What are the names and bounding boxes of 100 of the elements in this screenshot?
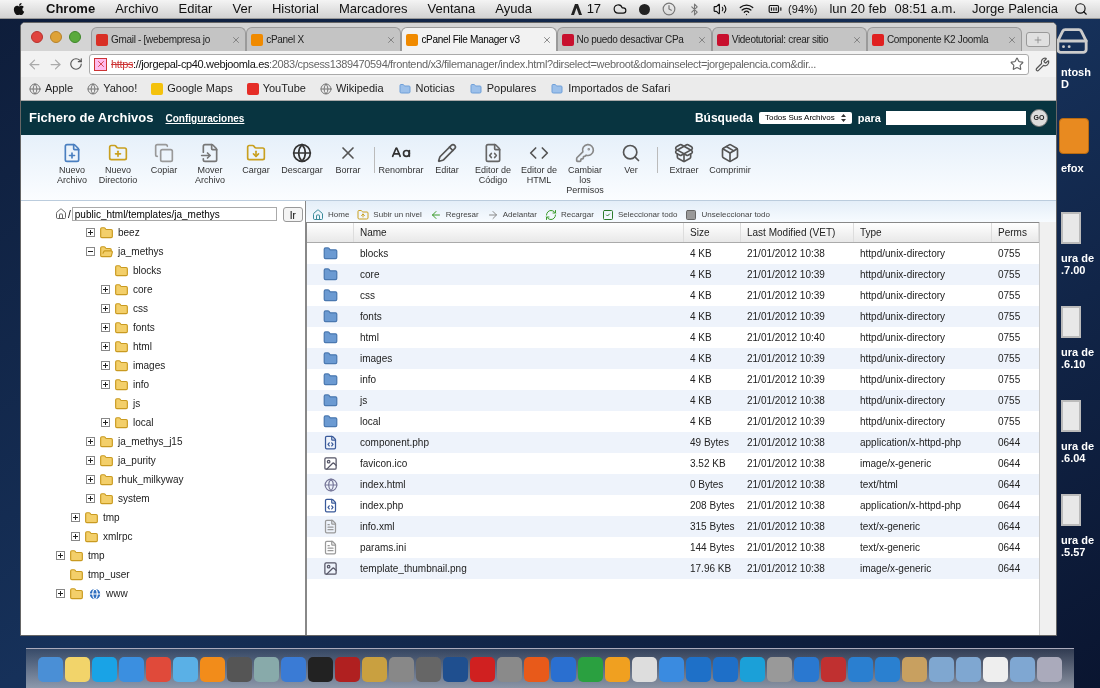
wrench-icon[interactable] bbox=[1035, 56, 1050, 72]
app-icon[interactable] bbox=[767, 657, 792, 682]
close-tab-icon[interactable] bbox=[1007, 34, 1018, 45]
bookmark-label[interactable]: Importados de Safari bbox=[568, 80, 671, 97]
toolbar-button[interactable]: Renombrar bbox=[378, 143, 424, 175]
tree-item[interactable]: local bbox=[133, 415, 154, 430]
app-icon[interactable] bbox=[956, 657, 981, 682]
expand-icon[interactable] bbox=[101, 361, 110, 370]
tree-item[interactable]: xmlrpc bbox=[103, 529, 133, 544]
disk-image-icon[interactable] bbox=[1061, 400, 1081, 432]
expand-icon[interactable] bbox=[101, 380, 110, 389]
app-icon[interactable] bbox=[1010, 657, 1035, 682]
wifi-icon[interactable] bbox=[739, 1, 755, 17]
back-icon[interactable] bbox=[27, 56, 42, 72]
menu-item[interactable]: Ayuda bbox=[495, 0, 532, 19]
date-label[interactable]: lun 20 feb bbox=[829, 0, 887, 19]
go-button[interactable]: Ir bbox=[282, 206, 303, 222]
expand-icon[interactable] bbox=[86, 456, 95, 465]
zoom-window-icon[interactable] bbox=[69, 31, 81, 43]
app-icon[interactable] bbox=[443, 657, 468, 682]
menu-item[interactable]: Marcadores bbox=[338, 0, 408, 19]
browser-tab[interactable]: No puedo desactivar CPa bbox=[556, 27, 712, 51]
toolbar-button[interactable]: Borrar bbox=[325, 143, 371, 175]
close-tab-icon[interactable] bbox=[386, 34, 397, 45]
close-tab-icon[interactable] bbox=[696, 34, 707, 45]
collapse-icon[interactable] bbox=[86, 247, 95, 256]
user-name[interactable]: Jorge Palencia bbox=[972, 0, 1058, 19]
time-label[interactable]: 08:51 a.m. bbox=[894, 0, 956, 19]
app-icon[interactable] bbox=[1037, 657, 1062, 682]
menu-item[interactable]: Archivo bbox=[115, 0, 159, 19]
tree-item[interactable]: system bbox=[118, 491, 150, 506]
disk-image-icon[interactable] bbox=[1061, 212, 1081, 244]
toolbar-button[interactable]: Descargar bbox=[279, 143, 325, 175]
toolbar-button[interactable]: Nuevo Archivo bbox=[49, 143, 95, 185]
bookmark-label[interactable]: Google Maps bbox=[167, 80, 233, 97]
path-field[interactable]: public_html/templates/ja_methys bbox=[71, 207, 277, 221]
tree-item[interactable]: fonts bbox=[133, 320, 155, 335]
desktop-icon-label[interactable]: .5.57 bbox=[1061, 546, 1094, 558]
close-tab-icon[interactable] bbox=[851, 34, 862, 45]
bookmark-label[interactable]: Apple bbox=[45, 80, 74, 97]
toolbar-button[interactable]: Comprimir bbox=[707, 143, 753, 175]
app-icon[interactable] bbox=[929, 657, 954, 682]
toolbar-button[interactable]: Editor de HTML bbox=[516, 143, 562, 185]
tree-item[interactable]: beez bbox=[118, 225, 140, 240]
expand-icon[interactable] bbox=[86, 475, 95, 484]
search-field[interactable] bbox=[886, 111, 1026, 125]
close-tab-icon[interactable] bbox=[231, 34, 242, 45]
tree-item[interactable]: ja_methys bbox=[118, 244, 164, 259]
tree-item[interactable]: rhuk_milkyway bbox=[118, 472, 184, 487]
column-header[interactable]: Name bbox=[360, 225, 387, 240]
toolbar-button[interactable]: Mover Archivo bbox=[187, 143, 233, 185]
browser-tab[interactable]: cPanel X bbox=[246, 27, 402, 51]
expand-icon[interactable] bbox=[86, 494, 95, 503]
desktop-icon-label[interactable]: D bbox=[1061, 78, 1091, 90]
expand-icon[interactable] bbox=[71, 532, 80, 541]
menu-item[interactable]: Editar bbox=[178, 0, 213, 19]
browser-tab[interactable]: Componente K2 Joomla bbox=[866, 27, 1023, 51]
expand-icon[interactable] bbox=[101, 418, 110, 427]
nav-link[interactable]: Adelantar bbox=[486, 209, 537, 221]
expand-icon[interactable] bbox=[101, 342, 110, 351]
disk-image-icon[interactable] bbox=[1061, 306, 1081, 338]
toolbar-button[interactable]: Copiar bbox=[141, 143, 187, 175]
bookmark-label[interactable]: Wikipedia bbox=[335, 80, 384, 97]
app-icon[interactable] bbox=[983, 657, 1008, 682]
bookmark-label[interactable]: Noticias bbox=[415, 80, 455, 97]
nav-link[interactable]: Regresar bbox=[429, 209, 479, 221]
app-icon[interactable] bbox=[254, 657, 279, 682]
toolbar-button[interactable]: Editor de Código bbox=[470, 143, 516, 185]
tree-item[interactable]: tmp_user bbox=[88, 567, 130, 582]
desktop-icon-label[interactable]: efox bbox=[1061, 162, 1084, 174]
forward-icon[interactable] bbox=[48, 56, 63, 72]
home-icon[interactable] bbox=[55, 208, 67, 220]
app-icon[interactable] bbox=[227, 657, 252, 682]
column-header[interactable]: Last Modified (VET) bbox=[747, 225, 836, 240]
tree-item[interactable]: images bbox=[133, 358, 166, 373]
nav-link[interactable]: Home bbox=[312, 209, 350, 221]
cloud-icon[interactable] bbox=[613, 2, 628, 16]
toolbar-button[interactable]: Cargar bbox=[233, 143, 279, 175]
toolbar-button[interactable]: Editar bbox=[424, 143, 470, 175]
desktop-icon-label[interactable]: ura de bbox=[1061, 252, 1094, 264]
browser-tab[interactable]: cPanel File Manager v3 bbox=[401, 27, 557, 51]
tree-item[interactable]: css bbox=[133, 301, 148, 316]
new-tab-button[interactable] bbox=[1026, 32, 1050, 47]
bookmark-label[interactable]: YouTube bbox=[262, 80, 306, 97]
expand-icon[interactable] bbox=[101, 304, 110, 313]
clock-icon[interactable] bbox=[662, 2, 677, 16]
desktop-icon-label[interactable]: ura de bbox=[1061, 346, 1094, 358]
toolbar-button[interactable]: Ver bbox=[608, 143, 654, 175]
tree-item[interactable]: html bbox=[133, 339, 152, 354]
nav-link[interactable]: Unseleccionar todo bbox=[685, 209, 770, 221]
app-icon[interactable] bbox=[632, 657, 657, 682]
scrollbar[interactable] bbox=[1039, 222, 1056, 635]
app-icon[interactable] bbox=[65, 657, 90, 682]
tree-item[interactable]: ja_methys_j15 bbox=[118, 434, 183, 449]
desktop-icon-label[interactable]: .7.00 bbox=[1061, 264, 1094, 276]
column-header[interactable]: Size bbox=[690, 225, 710, 240]
menu-item[interactable]: Historial bbox=[271, 0, 319, 19]
tree-item[interactable]: js bbox=[133, 396, 141, 411]
app-icon[interactable] bbox=[173, 657, 198, 682]
column-header[interactable]: Perms bbox=[998, 225, 1027, 240]
